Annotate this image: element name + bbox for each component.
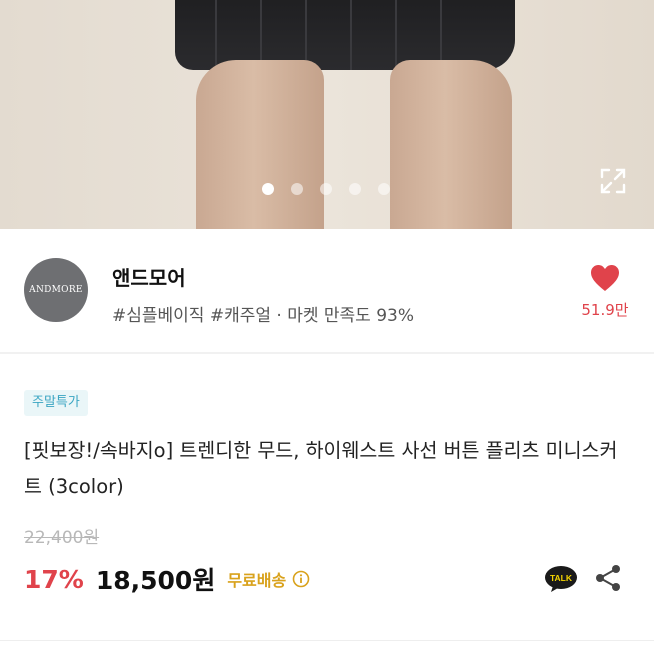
sale-price: 18,500원 xyxy=(95,566,216,595)
carousel-dot-4[interactable] xyxy=(349,183,361,195)
expand-icon[interactable] xyxy=(598,166,628,196)
talk-label: TALK xyxy=(550,573,573,583)
product-title: [핏보장!/속바지o] 트렌디한 무드, 하이웨스트 사선 버튼 플리츠 미니스… xyxy=(24,439,618,498)
carousel-dot-3[interactable] xyxy=(320,183,332,195)
heart-icon[interactable] xyxy=(590,264,620,292)
section-divider xyxy=(0,352,654,354)
like-count: 51.9만 xyxy=(581,301,629,319)
seller-name[interactable]: 앤드모어 xyxy=(112,262,186,291)
leg-image-right xyxy=(390,60,512,229)
seller-section[interactable]: ANDMORE 앤드모어 #심플베이직 #캐주얼 · 마켓 만족도 93% 51… xyxy=(0,229,654,353)
kakao-talk-button[interactable]: TALK xyxy=(544,565,578,593)
avatar-logo-text: ANDMORE xyxy=(29,285,83,295)
product-image-carousel[interactable] xyxy=(0,0,654,229)
carousel-dot-5[interactable] xyxy=(378,183,390,195)
bottom-divider xyxy=(0,640,654,641)
free-shipping-label: 무료배송 xyxy=(227,571,287,590)
price-row: 17% 18,500원 무료배송 xyxy=(24,561,310,597)
carousel-indicator xyxy=(262,183,390,195)
carousel-dot-2[interactable] xyxy=(291,183,303,195)
promo-badge: 주말특가 xyxy=(24,390,88,416)
seller-tags: #심플베이직 #캐주얼 · 마켓 만족도 93% xyxy=(112,306,415,326)
original-price: 22,400원 xyxy=(24,528,100,548)
share-icon[interactable] xyxy=(594,563,622,593)
carousel-dot-1[interactable] xyxy=(262,183,274,195)
leg-image-left xyxy=(196,60,324,229)
info-icon[interactable] xyxy=(292,570,310,588)
discount-rate: 17% xyxy=(24,564,84,594)
seller-avatar[interactable]: ANDMORE xyxy=(24,258,88,322)
